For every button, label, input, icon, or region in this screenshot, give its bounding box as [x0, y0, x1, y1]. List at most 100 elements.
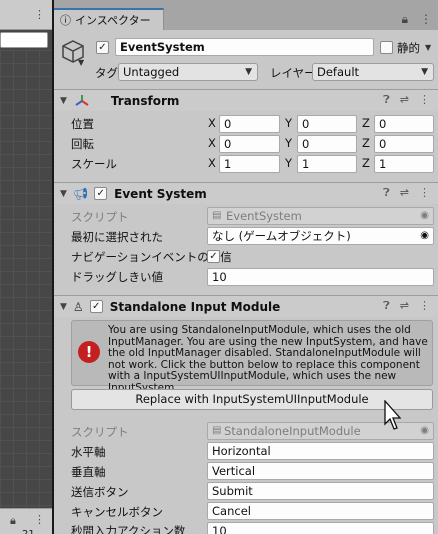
kebab-menu-icon[interactable]: ⋮ — [420, 12, 432, 27]
layer-label: レイヤー — [270, 66, 316, 80]
component-header-icons: ❓︎ ⇌ ⋮ — [383, 299, 430, 313]
scale-x-field[interactable]: 1 — [219, 155, 280, 173]
position-y-field[interactable]: 0 — [297, 115, 357, 133]
rotation-y-field[interactable]: 0 — [297, 135, 357, 153]
input-actions-per-second-field[interactable]: 10 — [207, 522, 434, 534]
error-icon: ! — [78, 341, 100, 363]
position-label: 位置 — [71, 117, 94, 131]
info-icon: ⓘ — [60, 14, 71, 27]
tab-inspector[interactable]: ⓘ インスペクター — [54, 8, 164, 30]
event-system-title: Event System — [114, 186, 207, 201]
tab-strip-icons: 🔒︎ ⋮ — [402, 12, 432, 27]
kebab-menu-icon[interactable]: ⋮ — [419, 93, 430, 107]
position-y-label[interactable]: Y — [285, 116, 292, 130]
rotation-x-field[interactable]: 0 — [219, 135, 280, 153]
position-x-field[interactable]: 0 — [219, 115, 280, 133]
position-z-label[interactable]: Z — [362, 116, 370, 130]
component-header-icons: ❓︎ ⇌ ⋮ — [383, 93, 430, 107]
scale-z-field[interactable]: 1 — [374, 155, 434, 173]
foldout-arrow-icon[interactable]: ▼ — [60, 302, 67, 312]
chevron-down-icon: ▼ — [245, 67, 252, 77]
static-toggle[interactable] — [380, 41, 393, 54]
help-icon[interactable]: ❓︎ — [383, 93, 390, 107]
standalone-enabled-toggle[interactable]: ✓ — [89, 300, 103, 313]
input-actions-per-second-label: 秒間入力アクション数 — [71, 524, 186, 534]
tab-inspector-label: インスペクター — [75, 14, 151, 27]
left-panel-bottom-bar: 🔒︎ ⋮ 21 — [0, 508, 52, 534]
left-panel-search-input[interactable] — [0, 32, 48, 48]
scene-grid[interactable] — [0, 50, 52, 508]
layer-dropdown[interactable]: Default ▼ — [312, 63, 434, 81]
transform-header[interactable]: ▼ Transform ❓︎ ⇌ ⋮ — [54, 89, 438, 111]
help-icon[interactable]: ❓︎ — [383, 299, 390, 313]
object-picker-icon: ◉ — [420, 210, 429, 221]
es-script-field: ▤ EventSystem ◉ — [207, 207, 434, 225]
horizontal-axis-label: 水平軸 — [71, 445, 106, 459]
cancel-button-field[interactable]: Cancel — [207, 502, 434, 520]
active-toggle[interactable]: ✓ — [96, 41, 109, 54]
item-count: 21 — [22, 529, 35, 534]
layer-value: Default — [317, 65, 360, 79]
replace-with-input-system-button[interactable]: Replace with InputSystemUIInputModule — [71, 389, 433, 410]
scale-z-label[interactable]: Z — [362, 156, 370, 170]
kebab-menu-icon[interactable]: ⋮ — [419, 186, 430, 200]
transform-axes-icon — [75, 94, 89, 108]
static-dropdown-arrow-icon[interactable]: ▼ — [425, 43, 431, 52]
scale-y-label[interactable]: Y — [285, 156, 292, 170]
help-icon[interactable]: ❓︎ — [383, 186, 390, 200]
mouse-cursor-icon — [384, 399, 404, 432]
kebab-menu-icon[interactable]: ⋮ — [34, 8, 45, 21]
drag-threshold-field[interactable]: 10 — [207, 268, 434, 286]
first-selected-label: 最初に選択された — [71, 230, 163, 244]
first-selected-field[interactable]: なし (ゲームオブジェクト) ◉ — [207, 227, 434, 245]
vertical-axis-field[interactable]: Vertical — [207, 462, 434, 480]
submit-button-label: 送信ボタン — [71, 485, 129, 499]
script-file-icon: ▤ — [212, 210, 222, 221]
rotation-y-label[interactable]: Y — [285, 136, 292, 150]
scale-y-field[interactable]: 1 — [297, 155, 357, 173]
rotation-z-field[interactable]: 0 — [374, 135, 434, 153]
event-system-enabled-toggle[interactable]: ✓ — [94, 187, 108, 200]
event-system-header[interactable]: ▼ 📢︎ ✓ Event System ❓︎ ⇌ ⋮ — [54, 182, 438, 204]
cancel-button-label: キャンセルボタン — [71, 505, 163, 519]
script-file-icon: ▤ — [212, 425, 222, 436]
tag-label: タグ — [95, 66, 118, 80]
object-name-input[interactable]: EventSystem — [115, 38, 374, 56]
tab-strip: ⓘ インスペクター 🔒︎ ⋮ — [54, 0, 438, 30]
tag-dropdown[interactable]: Untagged ▼ — [118, 63, 258, 81]
kebab-menu-icon[interactable]: ⋮ — [34, 513, 45, 526]
object-picker-icon: ◉ — [420, 425, 429, 436]
help-box: ! You are using StandaloneInputModule, w… — [71, 320, 433, 394]
object-picker-icon[interactable]: ◉ — [420, 228, 429, 244]
component-header-icons: ❓︎ ⇌ ⋮ — [383, 186, 430, 200]
static-label: 静的 — [397, 41, 420, 55]
left-panel: ⋮ 🔒︎ ⋮ 21 — [0, 0, 52, 534]
presets-icon[interactable]: ⇌ — [400, 299, 409, 313]
first-selected-value: なし (ゲームオブジェクト) — [212, 229, 351, 243]
send-navigation-toggle[interactable]: ✓ — [207, 250, 220, 263]
input-module-icon: ♙ — [72, 299, 84, 314]
lock-icon[interactable]: 🔒︎ — [10, 514, 16, 528]
submit-button-field[interactable]: Submit — [207, 482, 434, 500]
scale-x-label[interactable]: X — [208, 156, 216, 170]
rotation-z-label[interactable]: Z — [362, 136, 370, 150]
icon-dropdown-arrow-icon[interactable]: ▼ — [78, 58, 84, 67]
presets-icon[interactable]: ⇌ — [400, 93, 409, 107]
presets-icon[interactable]: ⇌ — [400, 186, 409, 200]
lock-icon[interactable]: 🔒︎ — [402, 12, 408, 27]
rotation-x-label[interactable]: X — [208, 136, 216, 150]
help-box-text: You are using StandaloneInputModule, whi… — [108, 324, 428, 394]
inspector-panel: ⓘ インスペクター 🔒︎ ⋮ ▼ ✓ EventSystem 静的 ▼ タグ U… — [54, 0, 438, 534]
standalone-input-module-header[interactable]: ▼ ♙ ✓ Standalone Input Module ❓︎ ⇌ ⋮ — [54, 295, 438, 317]
sim-script-label: スクリプト — [71, 425, 129, 439]
foldout-arrow-icon[interactable]: ▼ — [60, 189, 67, 199]
drag-threshold-label: ドラッグしきい値 — [71, 270, 163, 284]
transform-title: Transform — [110, 93, 180, 108]
foldout-arrow-icon[interactable]: ▼ — [60, 96, 67, 106]
event-system-icon: 📢︎ — [72, 186, 89, 201]
position-z-field[interactable]: 0 — [374, 115, 434, 133]
position-x-label[interactable]: X — [208, 116, 216, 130]
horizontal-axis-field[interactable]: Horizontal — [207, 442, 434, 460]
kebab-menu-icon[interactable]: ⋮ — [419, 299, 430, 313]
scale-label: スケール — [71, 157, 117, 171]
